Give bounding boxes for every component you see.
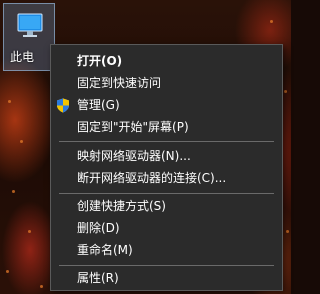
menu-item-delete[interactable]: 删除(D) [51,217,282,239]
wallpaper-speck [286,230,289,233]
context-menu: 打开(O) 固定到快速访问 管理(G) 固定到"开始"屏幕(P) 映射网络驱动器… [50,44,283,291]
uac-shield-icon [57,98,69,113]
menu-item-label: 断开网络驱动器的连接(C)... [77,171,227,185]
menu-item-label: 重命名(M) [77,243,133,257]
menu-item-manage[interactable]: 管理(G) [51,94,282,116]
menu-item-label: 管理(G) [77,98,120,112]
wallpaper-speck [20,140,23,143]
computer-icon [17,13,43,37]
wallpaper-speck [12,190,15,193]
wallpaper-speck [28,230,31,233]
menu-item-rename[interactable]: 重命名(M) [51,239,282,261]
menu-item-label: 固定到快速访问 [77,76,162,90]
menu-item-label: 固定到"开始"屏幕(P) [77,120,189,134]
menu-item-label: 属性(R) [77,271,119,285]
menu-separator [59,265,274,266]
wallpaper-speck [284,90,287,93]
menu-item-pin-start[interactable]: 固定到"开始"屏幕(P) [51,116,282,138]
menu-separator [59,141,274,142]
menu-item-properties[interactable]: 属性(R) [51,267,282,289]
menu-item-label: 创建快捷方式(S) [77,199,166,213]
menu-item-label: 删除(D) [77,221,120,235]
menu-item-label: 映射网络驱动器(N)... [77,149,191,163]
menu-item-map-network-drive[interactable]: 映射网络驱动器(N)... [51,145,282,167]
menu-item-open[interactable]: 打开(O) [51,50,282,72]
wallpaper-speck [270,20,273,23]
wallpaper-speck [8,100,11,103]
wallpaper-speck [6,270,9,273]
menu-item-pin-quick-access[interactable]: 固定到快速访问 [51,72,282,94]
this-pc-label: 此电 [10,50,35,64]
menu-separator [59,193,274,194]
menu-item-label: 打开(O) [77,54,123,68]
this-pc-desktop-icon[interactable]: 此电 [3,3,55,71]
menu-item-disconnect-network-drive[interactable]: 断开网络驱动器的连接(C)... [51,167,282,189]
wallpaper-speck [40,285,43,288]
menu-item-create-shortcut[interactable]: 创建快捷方式(S) [51,195,282,217]
